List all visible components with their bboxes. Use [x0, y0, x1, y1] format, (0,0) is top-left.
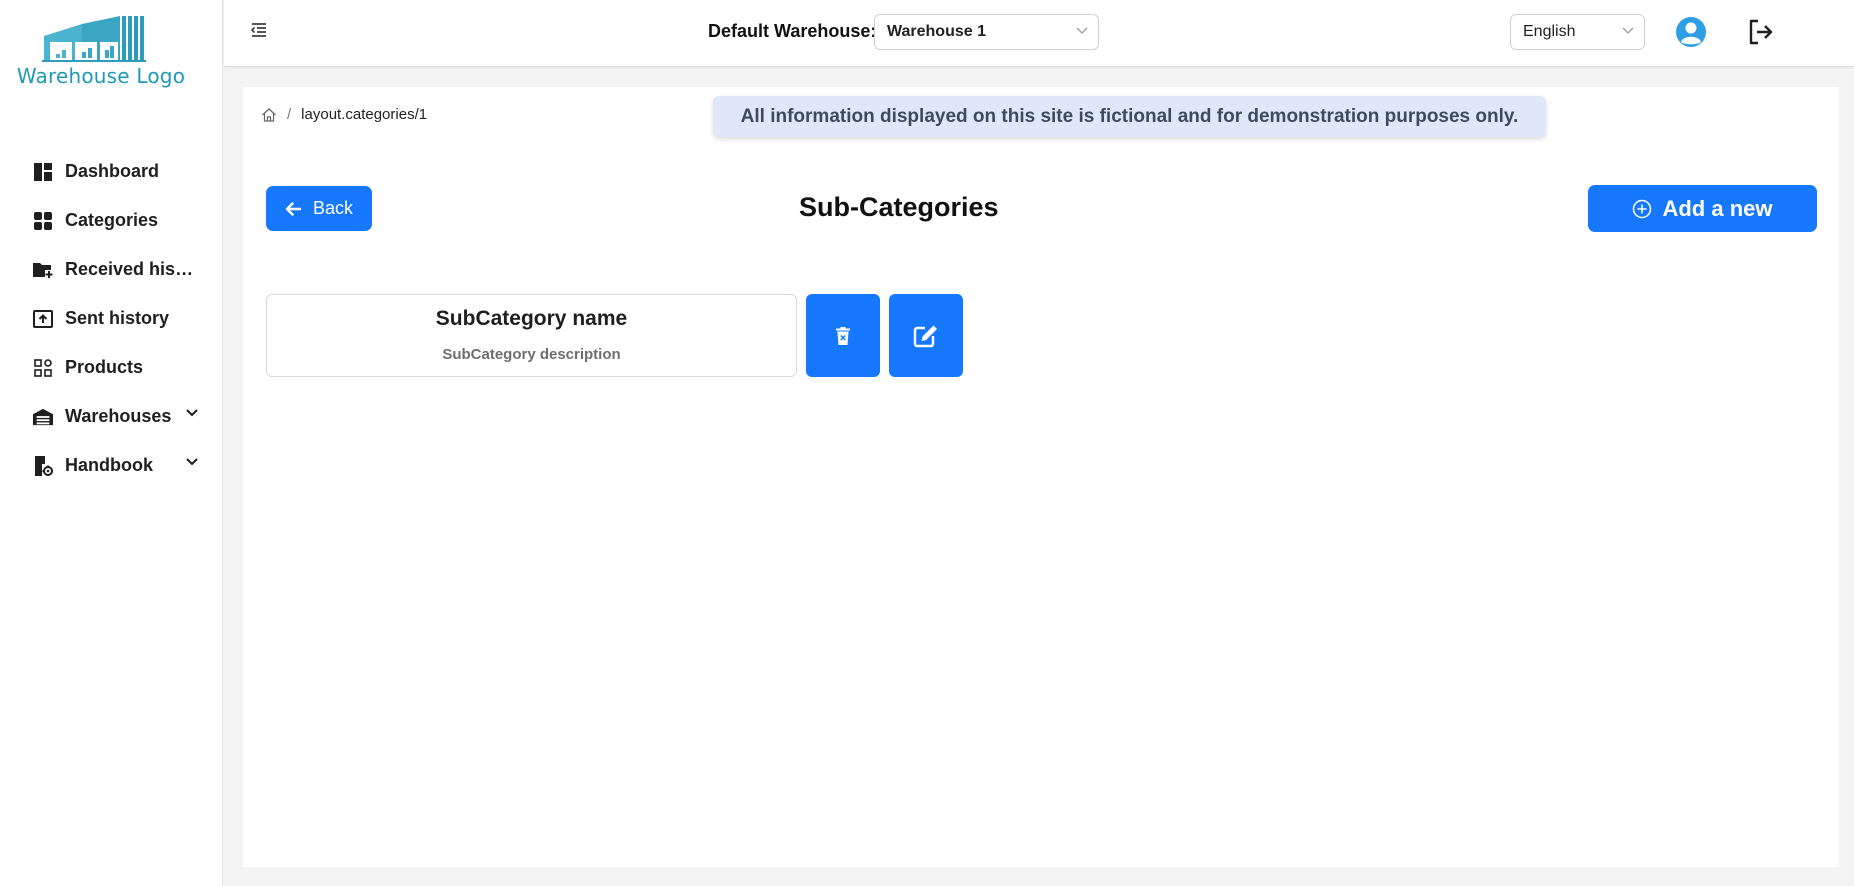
back-button-label: Back	[312, 198, 354, 218]
sidebar-item-received-history[interactable]: Received histo...	[0, 245, 222, 294]
menu-collapse-button[interactable]	[250, 22, 268, 38]
breadcrumb-separator: /	[287, 106, 292, 123]
add-new-button[interactable]: Add a new	[1588, 185, 1817, 232]
folder-plus-icon	[33, 260, 53, 280]
language-select-value: English	[1523, 23, 1576, 40]
logo-text: Warehouse Logo	[16, 64, 186, 88]
chevron-down-icon	[1622, 27, 1634, 34]
sidebar-item-categories[interactable]: Categories	[0, 196, 222, 245]
logout-icon	[1749, 19, 1773, 45]
subcategory-card[interactable]: SubCategory name SubCategory description	[266, 294, 797, 377]
add-new-button-label: Add a new	[1662, 195, 1773, 221]
sidebar-item-label: Warehouses	[65, 406, 172, 426]
language-select[interactable]: English	[1510, 14, 1645, 50]
warehouse-select[interactable]: Warehouse 1	[874, 14, 1099, 50]
arrow-left-icon	[285, 201, 301, 216]
sidebar-menu: Dashboard Categories Received histo... S…	[0, 147, 222, 490]
logout-button[interactable]	[1748, 19, 1774, 45]
chevron-down-icon[interactable]	[186, 458, 198, 466]
user-avatar-icon	[1676, 17, 1706, 47]
dashboard-icon	[33, 162, 53, 182]
sidebar-item-label: Received histo...	[65, 259, 199, 279]
subcategory-name: SubCategory name	[435, 307, 628, 330]
menu-fold-icon	[251, 23, 266, 37]
sidebar-item-products[interactable]: Products	[0, 343, 222, 392]
sidebar-item-label: Products	[65, 357, 144, 377]
sidebar-item-handbook[interactable]: Handbook	[0, 441, 222, 490]
page-title: Sub-Categories	[799, 192, 999, 222]
plus-circle-icon	[1633, 199, 1652, 218]
default-warehouse-label: Default Warehouse:	[708, 21, 877, 41]
sidebar-item-label: Categories	[65, 210, 159, 230]
warehouse-select-value: Warehouse 1	[887, 23, 986, 40]
sidebar-item-dashboard[interactable]: Dashboard	[0, 147, 222, 196]
main-content: / layout.categories/1 All information di…	[243, 87, 1839, 867]
back-button[interactable]: Back	[266, 186, 372, 231]
sidebar-item-warehouses[interactable]: Warehouses	[0, 392, 222, 441]
trash-icon	[836, 326, 850, 345]
user-profile-button[interactable]	[1675, 16, 1707, 48]
sidebar-item-label: Dashboard	[65, 161, 160, 181]
breadcrumb: / layout.categories/1	[261, 106, 427, 123]
handbook-gear-icon	[33, 455, 53, 476]
subcategory-description: SubCategory description	[442, 346, 621, 363]
upload-box-icon	[33, 309, 53, 329]
warehouse-logo-icon	[42, 16, 146, 62]
top-header: Default Warehouse: Warehouse 1 English	[224, 0, 1854, 67]
sidebar: Warehouse Logo Dashboard Categories Rece…	[0, 0, 223, 886]
sidebar-item-sent-history[interactable]: Sent history	[0, 294, 222, 343]
breadcrumb-current: layout.categories/1	[301, 106, 428, 123]
chevron-down-icon[interactable]	[186, 409, 198, 417]
categories-icon	[33, 211, 53, 231]
edit-subcategory-button[interactable]	[889, 294, 963, 377]
sidebar-item-label: Handbook	[65, 455, 153, 475]
warehouse-icon	[33, 407, 53, 427]
delete-subcategory-button[interactable]	[806, 294, 880, 377]
demo-notice-banner: All information displayed on this site i…	[713, 96, 1546, 137]
products-grid-icon	[33, 358, 53, 378]
warehouse-logo[interactable]: Warehouse Logo	[12, 14, 185, 90]
home-icon[interactable]	[261, 107, 277, 123]
sidebar-item-label: Sent history	[65, 308, 170, 328]
chevron-down-icon	[1076, 27, 1088, 34]
edit-icon	[913, 325, 937, 347]
